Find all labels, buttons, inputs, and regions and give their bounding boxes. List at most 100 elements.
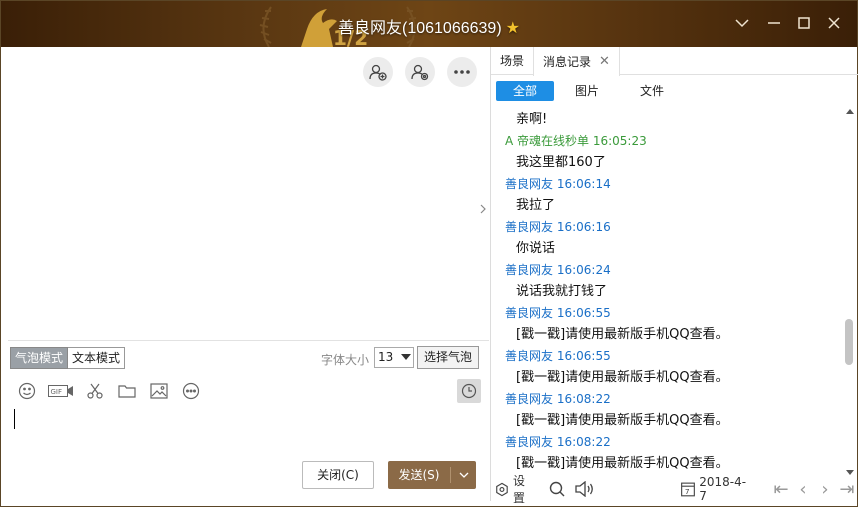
tab-message-history[interactable]: 消息记录 ✕	[533, 47, 620, 76]
message-sender-time: 善良网友 16:06:24	[505, 263, 611, 277]
message-sender-time: 善良网友 16:06:55	[505, 306, 611, 320]
first-page-button[interactable]: ⇤	[770, 479, 792, 500]
message-sender-time: 善良网友 16:06:14	[505, 177, 611, 191]
message-scrollbar[interactable]	[845, 109, 857, 477]
emoji-button[interactable]	[16, 380, 38, 402]
gear-icon	[496, 482, 508, 496]
user-settings-icon	[411, 64, 429, 81]
message-sender-time: 善良网友 16:08:22	[505, 392, 611, 406]
close-window-button[interactable]	[824, 13, 844, 33]
message-history-button[interactable]	[457, 379, 481, 403]
message-text: [戳一戳]请使用最新版手机QQ查看。	[516, 327, 729, 342]
more-tools-button[interactable]	[180, 380, 202, 402]
select-bubble-button[interactable]: 选择气泡	[417, 346, 479, 369]
pane-divider	[8, 340, 489, 341]
history-pane: 场景 消息记录 ✕ 全部 图片 文件 亲啊! A 帝魂在线秒单 16:05:23 我…	[490, 47, 858, 505]
minimize-button[interactable]	[764, 13, 784, 33]
scroll-up-arrow[interactable]	[846, 109, 854, 114]
message-list: 亲啊! A 帝魂在线秒单 16:05:23 我这里都160了 善良网友 16:06:1…	[491, 109, 844, 477]
file-button[interactable]	[116, 380, 138, 402]
compose-pane: 气泡模式 文本模式 字体大小 13 选择气泡 GIF 关闭(C) 发送(S)	[8, 47, 489, 501]
smiley-icon	[18, 382, 36, 400]
history-navigation: ⇤ ‹ › ⇥	[770, 479, 858, 500]
font-size-select[interactable]: 13	[374, 347, 414, 368]
font-size-value: 13	[378, 350, 394, 364]
speaker-icon	[575, 481, 594, 497]
search-icon	[550, 481, 565, 497]
message-sender-time: 善良网友 16:08:22	[505, 435, 611, 449]
history-filters: 全部 图片 文件	[496, 81, 685, 101]
font-size-label: 字体大小	[321, 353, 370, 367]
text-mode-button[interactable]: 文本模式	[68, 347, 126, 369]
calendar-icon: 7	[681, 482, 696, 497]
close-button[interactable]: 关闭(C)	[302, 461, 374, 489]
menu-dropdown-button[interactable]	[732, 13, 752, 33]
star-icon: ★	[505, 20, 520, 37]
last-page-button[interactable]: ⇥	[836, 479, 858, 500]
window-title: 善良网友(1061066639) ★	[1, 14, 857, 38]
folder-icon	[118, 385, 136, 398]
maximize-icon	[798, 17, 810, 29]
filter-all[interactable]: 全部	[496, 81, 554, 101]
message-text: 说话我就打钱了	[516, 284, 608, 299]
message-sender-time: 善良网友 16:06:55	[505, 349, 611, 363]
message-text: 我这里都160了	[516, 155, 606, 170]
send-options-button[interactable]	[451, 461, 476, 489]
more-icon	[454, 70, 470, 74]
previous-page-button[interactable]: ‹	[792, 479, 814, 500]
svg-text:GIF: GIF	[51, 388, 63, 396]
side-tabs: 场景 消息记录 ✕	[491, 47, 858, 76]
message-sender-time: A 帝魂在线秒单 16:05:23	[505, 134, 647, 148]
title-bar[interactable]: 1/2 善良网友(1061066639) ★	[1, 1, 857, 47]
tab-history-label: 消息记录	[543, 54, 592, 69]
message-text: [戳一戳]请使用最新版手机QQ查看。	[516, 370, 729, 385]
text-caret	[14, 409, 15, 429]
image-icon	[150, 383, 168, 399]
tab-scene-label: 场景	[500, 54, 525, 68]
remote-assist-button[interactable]	[405, 57, 435, 87]
message-text: 我拉了	[516, 198, 556, 213]
settings-button[interactable]: 设置	[495, 472, 535, 506]
screenshot-button[interactable]	[84, 380, 106, 402]
chat-window: 1/2 善良网友(1061066639) ★ 气泡模式 文本模式 字体大小 13…	[0, 0, 858, 507]
search-button[interactable]	[549, 481, 565, 497]
maximize-button[interactable]	[794, 13, 814, 33]
message-text: [戳一戳]请使用最新版手机QQ查看。	[516, 413, 729, 428]
current-date: 2018-4-7	[699, 475, 747, 503]
minimize-icon	[768, 22, 780, 24]
scroll-down-arrow[interactable]	[846, 470, 854, 475]
bubble-mode-button[interactable]: 气泡模式	[10, 347, 69, 369]
chevron-down-icon	[459, 472, 468, 478]
filter-files[interactable]: 文件	[620, 81, 684, 101]
compose-toolbar: GIF	[16, 380, 202, 402]
filter-images[interactable]: 图片	[555, 81, 619, 101]
close-icon	[828, 17, 840, 29]
message-text: 亲啊!	[516, 112, 548, 127]
message-text: 你说话	[516, 241, 556, 256]
more-options-button[interactable]	[447, 57, 477, 87]
settings-label: 设置	[512, 474, 525, 505]
title-label: 善良网友(1061066639)	[338, 20, 502, 37]
gif-icon: GIF	[48, 385, 73, 397]
dropdown-arrow-icon	[401, 354, 411, 360]
scroll-thumb[interactable]	[845, 319, 853, 365]
next-page-button[interactable]: ›	[814, 479, 836, 500]
display-mode-toggle: 气泡模式 文本模式	[10, 347, 126, 369]
image-button[interactable]	[148, 380, 170, 402]
chevron-down-icon	[735, 19, 749, 28]
tab-scene[interactable]: 场景	[491, 47, 533, 75]
scissors-icon	[87, 383, 103, 399]
date-picker[interactable]: 7 2018-4-7	[681, 475, 750, 503]
gif-button[interactable]: GIF	[48, 380, 74, 402]
message-text: [戳一戳]请使用最新版手机QQ查看。	[516, 456, 729, 471]
voice-button[interactable]	[575, 481, 595, 497]
collapse-sidebar-button[interactable]	[478, 179, 488, 239]
add-friend-button[interactable]	[363, 57, 393, 87]
svg-text:7: 7	[685, 487, 690, 496]
chat-actions	[363, 57, 477, 87]
close-tab-icon[interactable]: ✕	[599, 48, 610, 76]
clock-icon	[461, 383, 477, 399]
message-input[interactable]	[10, 405, 486, 455]
send-button[interactable]: 发送(S)	[388, 461, 476, 489]
chevron-right-icon	[480, 204, 486, 214]
